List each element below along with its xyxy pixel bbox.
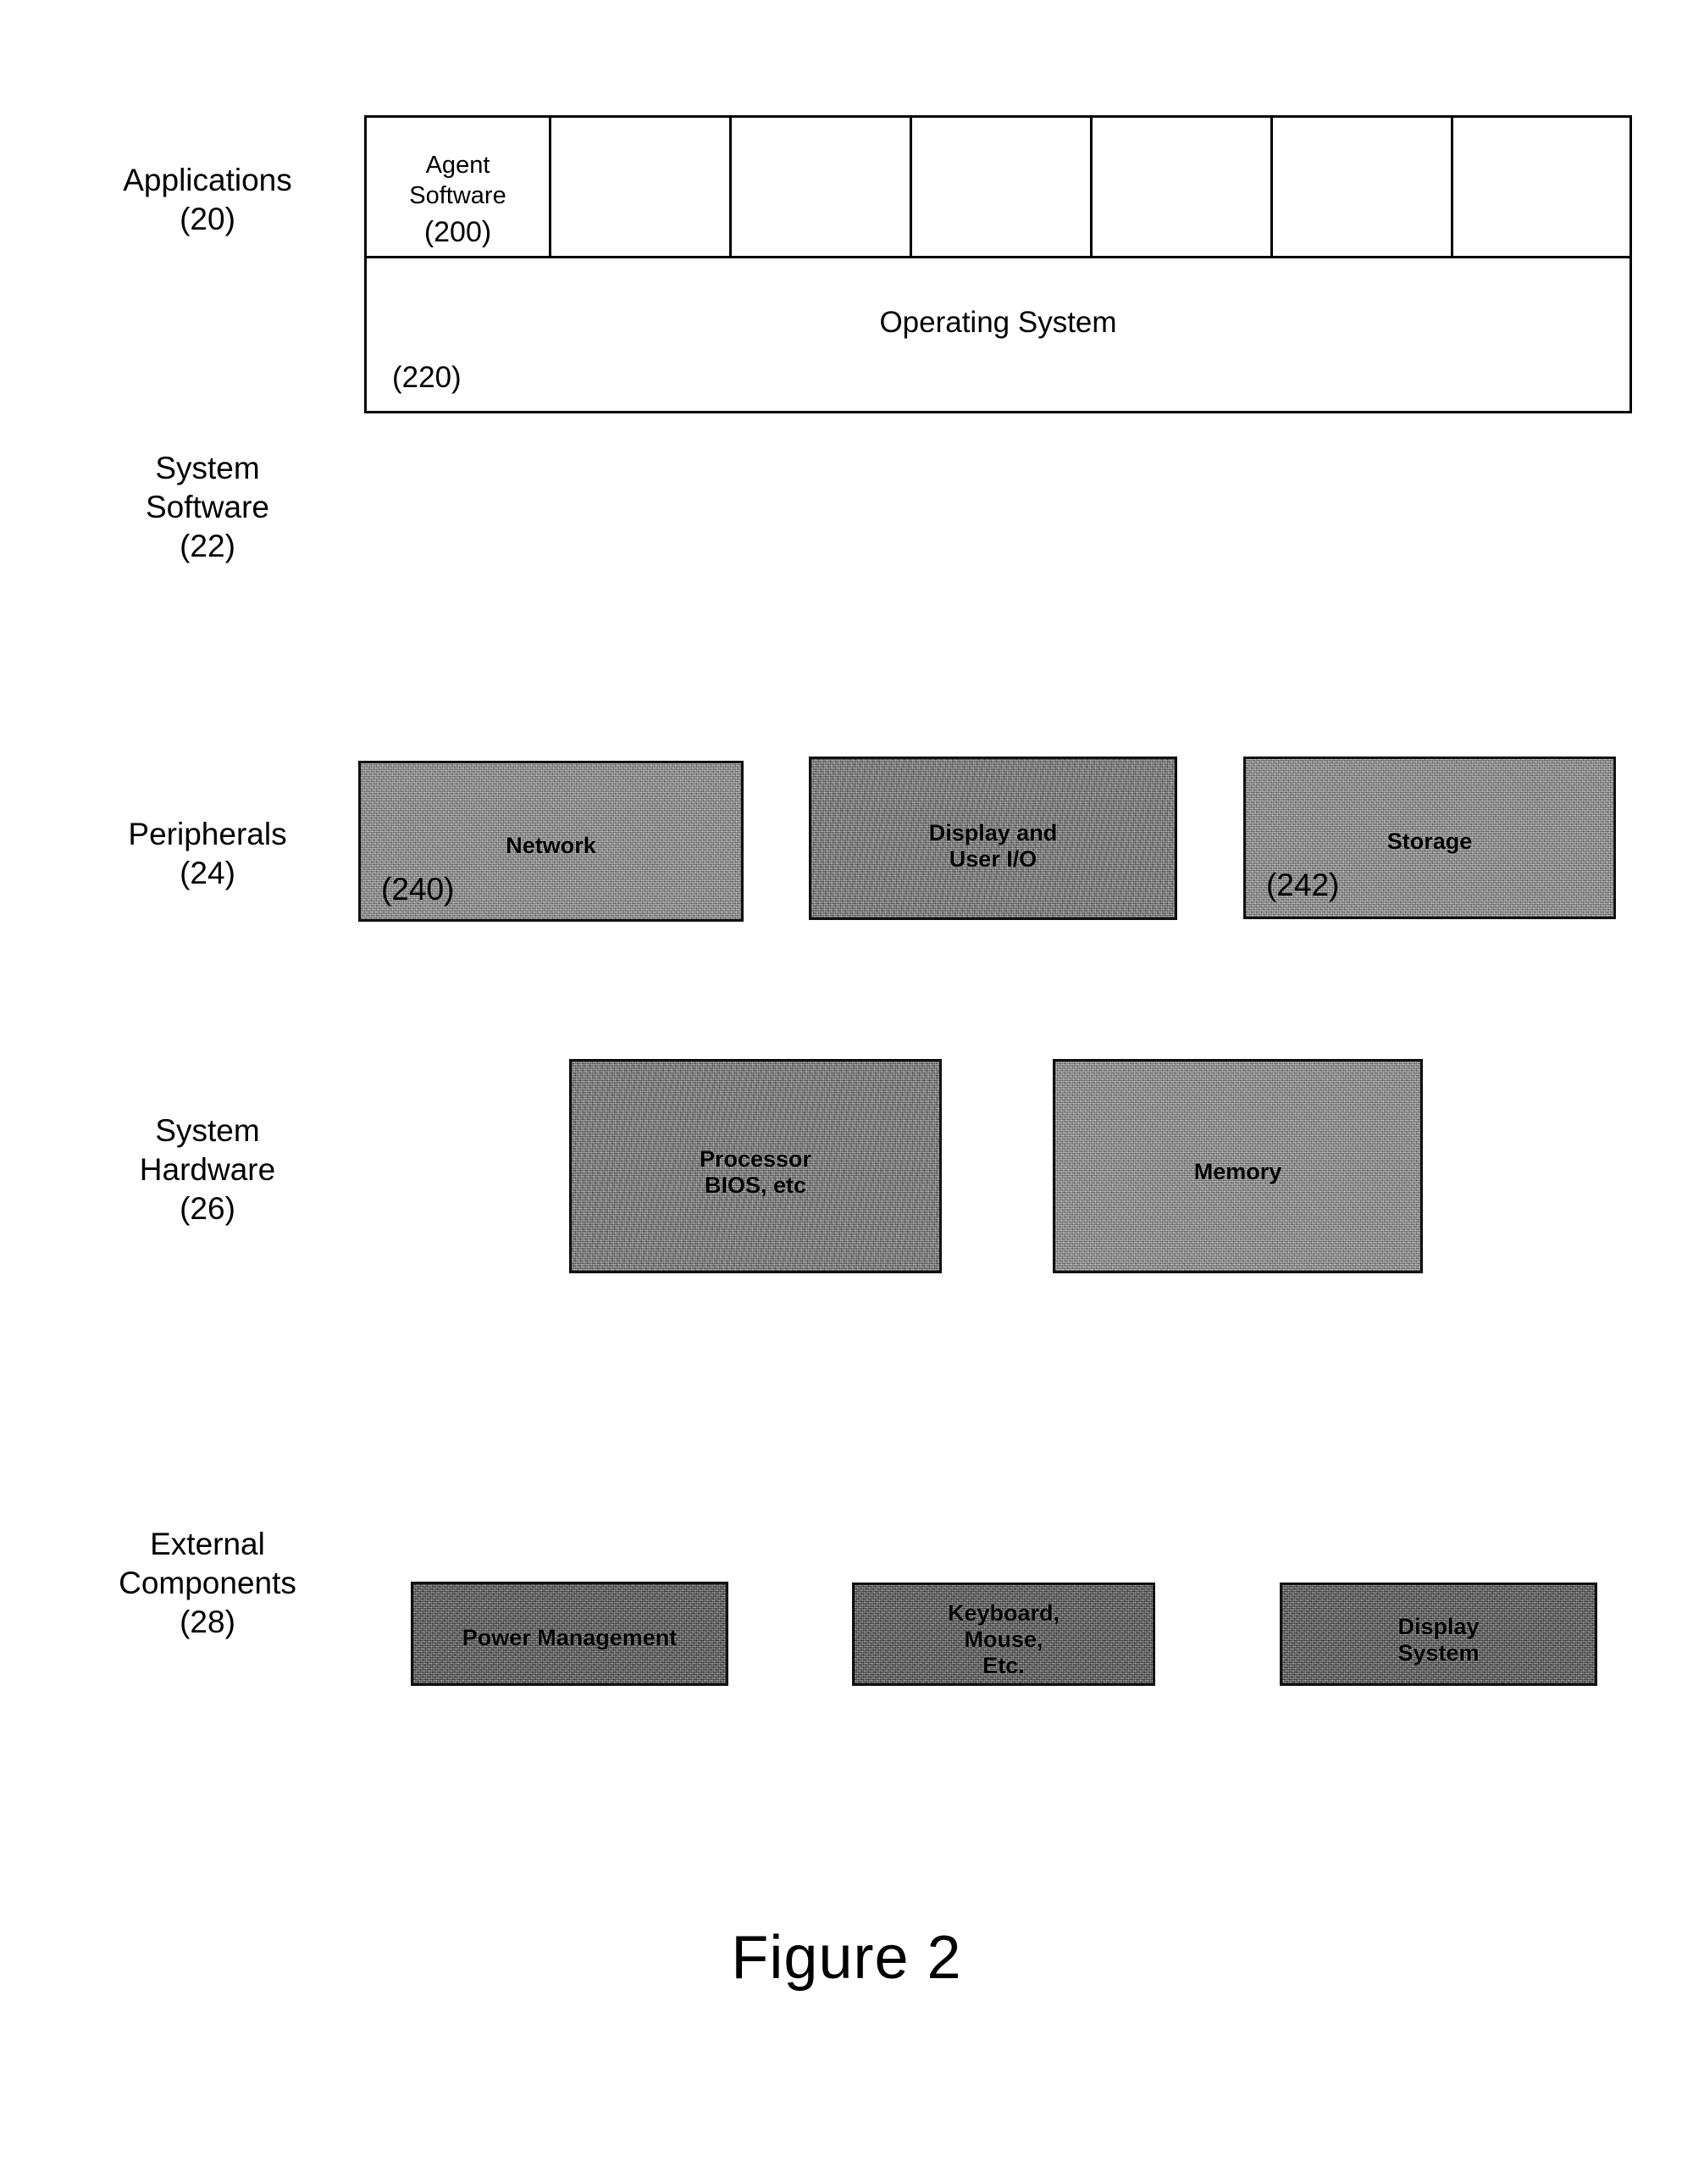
- operating-system-label: Operating System: [879, 306, 1117, 339]
- hardware-block-processor-bios[interactable]: Processor BIOS, etc: [569, 1059, 942, 1273]
- application-cell-agent-software[interactable]: Agent Software (200): [367, 118, 551, 256]
- application-cell-2[interactable]: [551, 118, 732, 256]
- hardware-block-memory-label: Memory: [1193, 1159, 1282, 1184]
- peripheral-block-storage-label: Storage: [1386, 829, 1473, 854]
- peripheral-block-display-user-io-label: Display and User I/O: [928, 820, 1058, 872]
- row-label-peripherals: Peripherals (24): [128, 817, 287, 890]
- agent-software-label: Agent Software: [409, 152, 506, 209]
- figure-page: Applications (20) System Software (22) P…: [0, 0, 1693, 2184]
- external-block-power-management-label: Power Management: [462, 1625, 678, 1650]
- application-cell-3[interactable]: [732, 118, 912, 256]
- operating-system-block[interactable]: Operating System (220): [367, 258, 1629, 413]
- application-cell-6[interactable]: [1273, 118, 1453, 256]
- software-stack-outline: Agent Software (200) Operating System (2…: [364, 115, 1632, 413]
- external-block-keyboard-mouse-label: Keyboard, Mouse, Etc.: [947, 1600, 1060, 1678]
- peripheral-block-display-user-io[interactable]: Display and User I/O: [809, 757, 1177, 920]
- external-block-display-system-label: Display System: [1397, 1614, 1480, 1666]
- peripheral-block-network[interactable]: Network (240): [358, 761, 744, 922]
- row-label-applications: Applications (20): [123, 163, 292, 236]
- peripheral-block-network-label: Network: [506, 833, 596, 858]
- application-cell-7[interactable]: [1453, 118, 1634, 256]
- peripheral-block-network-ref: (240): [381, 872, 455, 906]
- hardware-block-memory[interactable]: Memory: [1053, 1059, 1423, 1273]
- applications-row: Agent Software (200): [367, 118, 1629, 258]
- application-cell-4[interactable]: [912, 118, 1093, 256]
- operating-system-ref: (220): [392, 361, 462, 394]
- figure-caption: Figure 2: [731, 1924, 962, 1992]
- external-block-power-management[interactable]: Power Management: [411, 1582, 728, 1686]
- row-label-external-components: External Components (28): [119, 1527, 296, 1639]
- external-block-display-system[interactable]: Display System: [1280, 1583, 1597, 1686]
- peripheral-block-storage-ref: (242): [1266, 868, 1340, 902]
- agent-software-ref: (200): [423, 216, 492, 248]
- row-label-system-hardware: System Hardware (26): [139, 1113, 276, 1226]
- row-label-system-software: System Software (22): [145, 451, 269, 563]
- hardware-block-processor-bios-label: Processor BIOS, etc: [699, 1146, 812, 1198]
- peripheral-block-storage[interactable]: Storage (242): [1243, 757, 1616, 919]
- external-block-keyboard-mouse[interactable]: Keyboard, Mouse, Etc.: [852, 1583, 1155, 1686]
- application-cell-5[interactable]: [1093, 118, 1273, 256]
